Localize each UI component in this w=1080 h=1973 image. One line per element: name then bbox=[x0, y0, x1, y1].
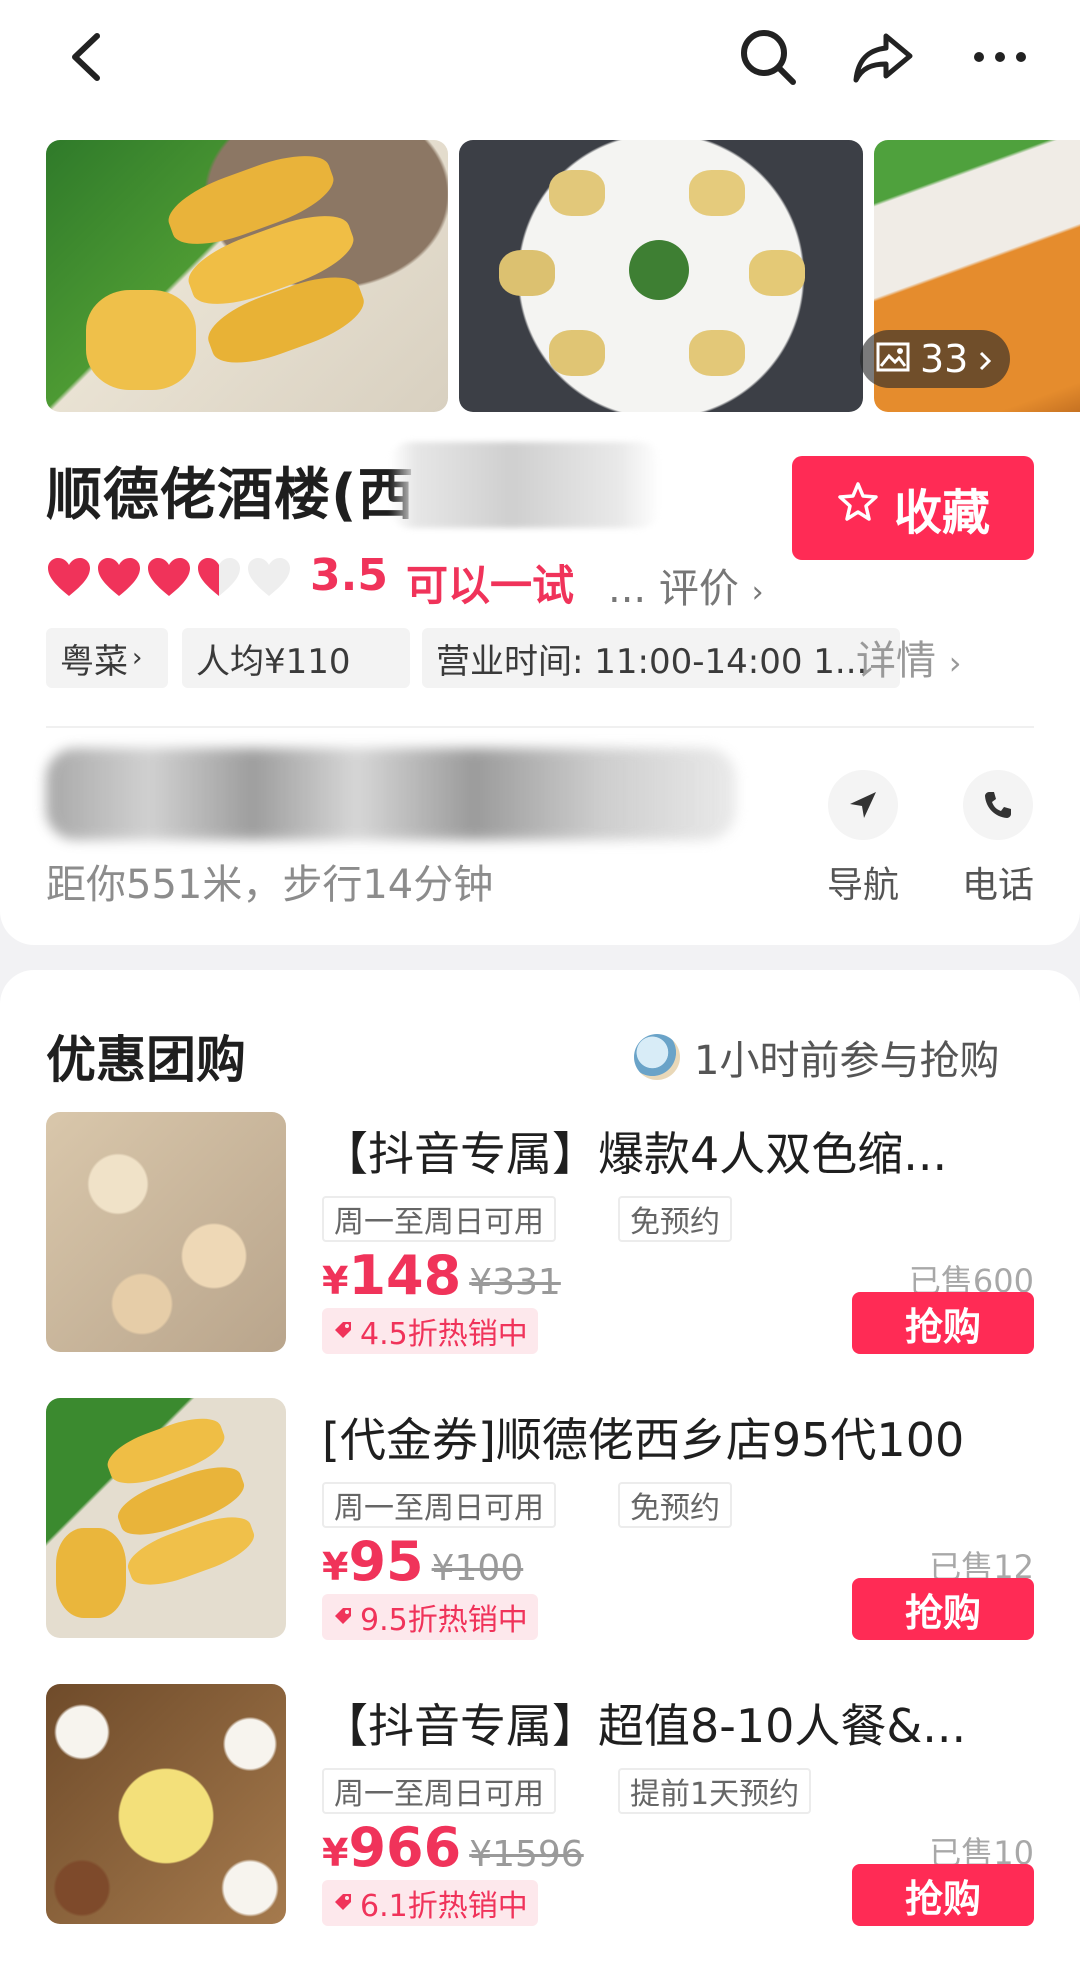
chevron-right-icon: › bbox=[751, 575, 764, 610]
discount-badge: 4.5折热销中 bbox=[322, 1308, 538, 1354]
more-icon[interactable] bbox=[965, 22, 1035, 92]
empty-heart-icon bbox=[246, 556, 292, 598]
star-icon bbox=[836, 480, 880, 536]
back-icon[interactable] bbox=[55, 22, 125, 92]
discount-badge: 9.5折热销中 bbox=[322, 1594, 538, 1640]
chevron-right-icon: › bbox=[948, 644, 962, 682]
photo-count: 33 bbox=[920, 337, 969, 381]
distance-text: 距你551米，步行14分钟 bbox=[46, 862, 494, 908]
phone-icon bbox=[963, 770, 1033, 840]
current-price: 966 bbox=[348, 1816, 462, 1879]
review-link-label: ... 评价 bbox=[608, 566, 739, 612]
buy-button[interactable]: 抢购 bbox=[852, 1864, 1034, 1926]
current-price: 95 bbox=[348, 1530, 424, 1593]
deal-item[interactable]: 【抖音专属】超值8-10人餐&... 周一至周日可用 提前1天预约 ¥ 966 … bbox=[0, 1684, 1080, 1930]
image-icon bbox=[876, 337, 910, 381]
redacted-area bbox=[390, 442, 660, 528]
photo-fried-dough[interactable] bbox=[46, 140, 448, 412]
recent-purchase-text: 1小时前参与抢购 bbox=[694, 1038, 1000, 1084]
currency-symbol: ¥ bbox=[322, 1831, 349, 1875]
price: ¥ 95 ¥100 bbox=[322, 1530, 524, 1593]
deal-item[interactable]: 【抖音专属】爆款4人双色缩... 周一至周日可用 免预约 ¥ 148 ¥331 … bbox=[0, 1112, 1080, 1358]
original-price: ¥100 bbox=[431, 1548, 524, 1589]
navigation-arrow-icon bbox=[828, 770, 898, 840]
recent-purchase: 1小时前参与抢购 bbox=[634, 1028, 999, 1086]
availability-chip: 周一至周日可用 bbox=[322, 1768, 556, 1814]
favorite-button[interactable]: 收藏 bbox=[792, 456, 1034, 560]
photo-gallery[interactable]: 33 bbox=[0, 140, 1080, 412]
search-icon[interactable] bbox=[733, 22, 803, 92]
deal-name: 【抖音专属】爆款4人双色缩... bbox=[322, 1127, 948, 1181]
original-price: ¥1596 bbox=[469, 1834, 584, 1875]
tag-icon bbox=[332, 1314, 354, 1349]
booking-chip: 提前1天预约 bbox=[618, 1768, 812, 1814]
discount-text: 6.1折热销中 bbox=[360, 1889, 528, 1924]
discount-badge: 6.1折热销中 bbox=[322, 1880, 538, 1926]
navigate-label: 导航 bbox=[826, 865, 899, 906]
current-price: 148 bbox=[348, 1244, 462, 1307]
buy-button[interactable]: 抢购 bbox=[852, 1292, 1034, 1354]
deal-image[interactable] bbox=[46, 1684, 286, 1924]
favorite-label: 收藏 bbox=[893, 485, 990, 541]
divider bbox=[46, 726, 1034, 728]
original-price: ¥331 bbox=[469, 1262, 561, 1303]
availability-chip: 周一至周日可用 bbox=[322, 1482, 556, 1528]
detail-link[interactable]: 详情 › bbox=[856, 628, 962, 686]
rating-row: 3.5 可以一试 ... 评价 › bbox=[46, 550, 786, 620]
booking-chip: 免预约 bbox=[618, 1482, 732, 1528]
heart-icon bbox=[96, 556, 142, 598]
discount-text: 9.5折热销中 bbox=[360, 1603, 528, 1638]
availability-chip: 周一至周日可用 bbox=[322, 1196, 556, 1242]
top-bar bbox=[0, 0, 1080, 130]
cuisine-tag-label: 粤菜 bbox=[60, 641, 128, 682]
share-icon[interactable] bbox=[848, 22, 918, 92]
half-heart-icon bbox=[196, 556, 242, 598]
group-deals-card: 优惠团购 1小时前参与抢购 【抖音专属】爆款4人双色缩... 周一至周日可用 免… bbox=[0, 970, 1080, 1973]
photo-abalone[interactable] bbox=[459, 140, 863, 412]
photo-count-badge[interactable]: 33 bbox=[860, 330, 1011, 388]
detail-label: 详情 bbox=[856, 638, 936, 684]
section-title: 优惠团购 bbox=[46, 1031, 246, 1089]
deal-name: 【抖音专属】超值8-10人餐&... bbox=[322, 1699, 967, 1753]
deal-item[interactable]: [代金券]顺德佬西乡店95代100 周一至周日可用 免预约 ¥ 95 ¥100 … bbox=[0, 1398, 1080, 1644]
currency-symbol: ¥ bbox=[322, 1545, 349, 1589]
review-link[interactable]: ... 评价 › bbox=[608, 556, 764, 614]
avatar bbox=[634, 1034, 680, 1080]
deal-image[interactable] bbox=[46, 1112, 286, 1352]
deal-image[interactable] bbox=[46, 1398, 286, 1638]
cuisine-tag[interactable]: 粤菜 › bbox=[46, 628, 168, 688]
tag-icon bbox=[332, 1600, 354, 1635]
redacted-address bbox=[46, 748, 736, 840]
rating-score: 3.5 bbox=[310, 550, 388, 601]
heart-icon bbox=[146, 556, 192, 598]
price: ¥ 966 ¥1596 bbox=[322, 1816, 584, 1879]
call-label: 电话 bbox=[961, 865, 1034, 906]
rating-text: 可以一试 bbox=[406, 561, 575, 610]
call-button[interactable]: 电话 bbox=[943, 770, 1053, 908]
avg-price-tag: 人均¥110 bbox=[182, 628, 410, 688]
price: ¥ 148 ¥331 bbox=[322, 1244, 561, 1307]
heart-icon bbox=[46, 556, 92, 598]
tag-icon bbox=[332, 1886, 354, 1921]
currency-symbol: ¥ bbox=[322, 1259, 349, 1303]
chevron-right-icon bbox=[978, 337, 992, 381]
discount-text: 4.5折热销中 bbox=[360, 1317, 528, 1352]
buy-button[interactable]: 抢购 bbox=[852, 1578, 1034, 1640]
hours-tag: 营业时间: 11:00-14:00 1... bbox=[422, 628, 900, 688]
booking-chip: 免预约 bbox=[618, 1196, 732, 1242]
deal-name: [代金券]顺德佬西乡店95代100 bbox=[322, 1413, 965, 1467]
shop-header-card: 33 顺德佬酒楼(西 收藏 3.5 可以一试 ... 评价 › 粤菜 › 人均¥… bbox=[0, 130, 1080, 945]
navigate-button[interactable]: 导航 bbox=[808, 770, 918, 908]
